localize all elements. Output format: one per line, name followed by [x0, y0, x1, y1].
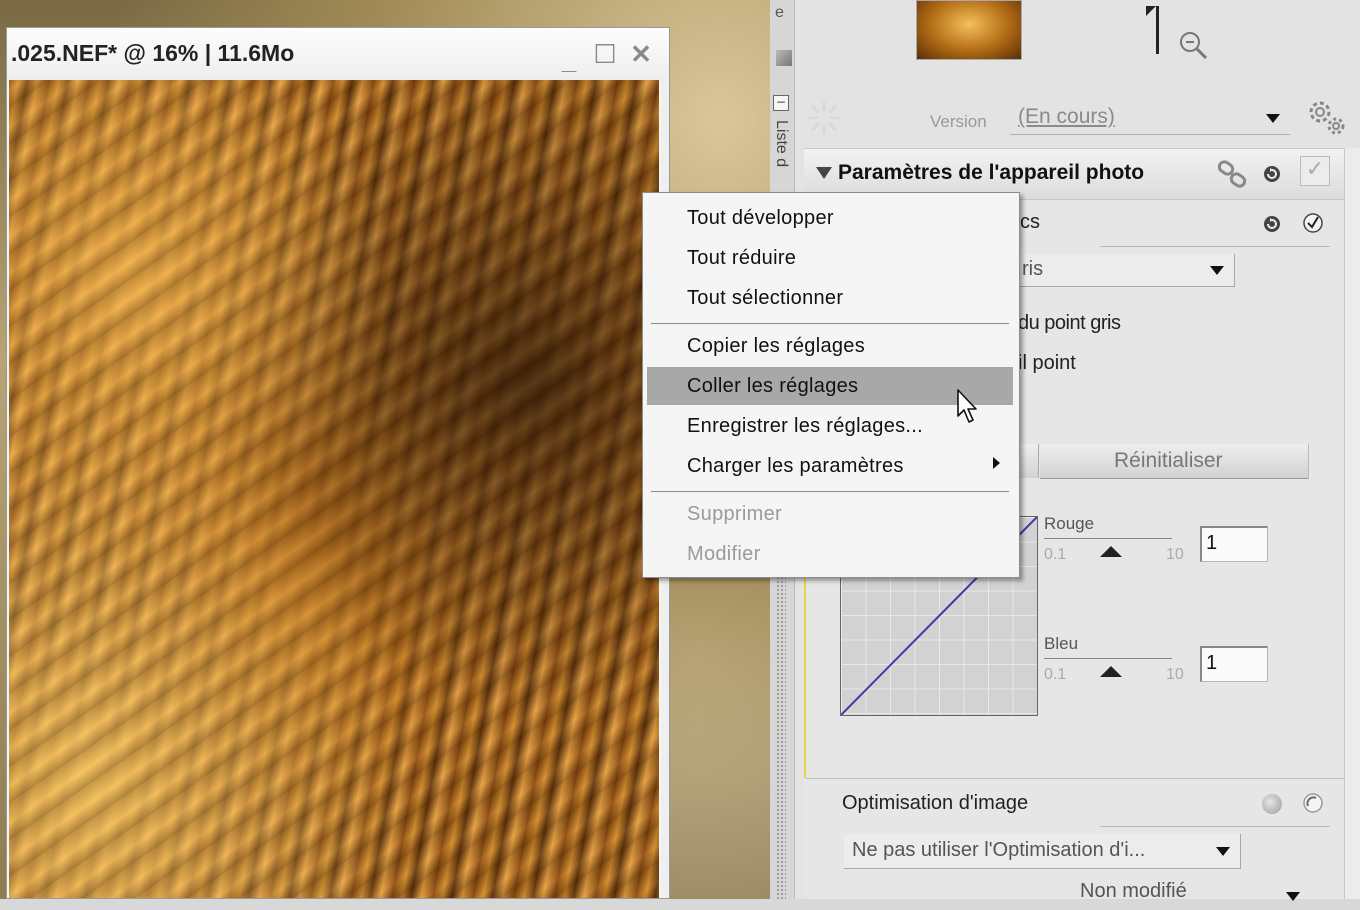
red-value-input[interactable]: 1 [1200, 526, 1268, 562]
slider-marker[interactable] [1156, 6, 1159, 54]
image-icon[interactable] [776, 50, 792, 66]
menu-item-label: Coller les réglages [687, 375, 859, 397]
version-value: (En cours) [1018, 105, 1115, 128]
blue-value: 1 [1206, 652, 1218, 674]
image-document-window: .025.NEF* @ 16% | 11.6Mo _ ☐ ✕ [6, 27, 670, 899]
context-menu: Tout développer Tout réduire Tout sélect… [642, 192, 1020, 578]
check-circle-icon[interactable] [1302, 212, 1324, 234]
menu-separator [651, 323, 1009, 324]
red-slider-thumb[interactable] [1100, 546, 1122, 557]
menu-item-modify: Modifier [647, 535, 1013, 573]
red-slider-max: 10 [1166, 546, 1184, 563]
blue-slider-track[interactable] [1044, 658, 1172, 659]
cave-photo[interactable] [9, 80, 659, 898]
blue-slider-max: 10 [1166, 666, 1184, 683]
chevron-down-icon [1266, 114, 1280, 123]
radio-icon[interactable] [1302, 792, 1324, 814]
menu-item-copy-settings[interactable]: Copier les réglages [647, 327, 1013, 365]
menu-item-label: Enregistrer les réglages... [687, 415, 923, 437]
menu-item-load-settings[interactable]: Charger les paramètres [647, 447, 1013, 485]
optimisation-value: Ne pas utiliser l'Optimisation d'i... [852, 839, 1146, 861]
window-titlebar[interactable]: .025.NEF* @ 16% | 11.6Mo _ ☐ ✕ [7, 28, 669, 80]
chevron-down-icon [1210, 266, 1224, 275]
marker-flag-icon [1146, 6, 1156, 16]
menu-item-label: Copier les réglages [687, 335, 866, 357]
version-label: Version [930, 112, 987, 131]
blue-slider-label: Bleu [1044, 634, 1079, 653]
panel-scrollbar[interactable] [1344, 148, 1360, 899]
gray-point-option[interactable]: du point gris [1018, 312, 1121, 335]
maximize-button[interactable]: ☐ [593, 41, 617, 67]
menu-item-label: Tout développer [687, 207, 834, 229]
minimize-button[interactable]: _ [557, 47, 581, 73]
close-button[interactable]: ✕ [629, 41, 653, 67]
expand-triangle-icon[interactable] [816, 167, 832, 179]
mode-value: Non modifié [1080, 880, 1187, 902]
navigator-thumbnail[interactable] [916, 0, 1022, 60]
sidebar-top-label: e [775, 4, 784, 21]
mode-select[interactable]: Non modifié [1070, 876, 1310, 910]
red-value: 1 [1206, 532, 1218, 554]
menu-item-delete: Supprimer [647, 495, 1013, 533]
subsection-title: cs [1020, 211, 1040, 233]
sidebar-label-text: Liste d [773, 120, 790, 168]
menu-item-label: Tout sélectionner [687, 287, 844, 309]
zoom-out-icon[interactable] [1176, 28, 1210, 62]
optimisation-select[interactable]: Ne pas utiliser l'Optimisation d'i... [844, 834, 1241, 869]
reset-button-label: Réinitialiser [1114, 449, 1223, 472]
section-title: Paramètres de l'appareil photo [838, 161, 1145, 184]
photo-texture-overlay [9, 80, 659, 898]
menu-item-label: Tout réduire [687, 247, 797, 269]
blue-slider-min: 0.1 [1044, 666, 1067, 683]
throbber-icon [807, 101, 841, 135]
chevron-down-icon [1286, 892, 1300, 901]
window-title: .025.NEF* @ 16% | 11.6Mo [11, 40, 295, 66]
menu-item-label: Supprimer [687, 503, 782, 525]
menu-separator [651, 491, 1009, 492]
reset-icon[interactable] [1262, 164, 1282, 184]
optimisation-title: Optimisation d'image [842, 792, 1029, 814]
menu-item-select-all[interactable]: Tout sélectionner [647, 279, 1013, 317]
menu-item-collapse-all[interactable]: Tout réduire [647, 239, 1013, 277]
collapse-icon[interactable]: − [773, 95, 789, 111]
mouse-pointer-icon [957, 389, 977, 423]
white-balance-value: ris [1022, 258, 1044, 280]
submenu-arrow-icon [993, 457, 1000, 469]
blue-slider-thumb[interactable] [1100, 666, 1122, 677]
red-slider-min: 0.1 [1044, 546, 1067, 563]
link-icon[interactable] [1216, 158, 1250, 192]
status-dot-icon [1262, 794, 1282, 814]
menu-item-label: Charger les paramètres [687, 455, 904, 477]
red-slider-track[interactable] [1044, 538, 1172, 539]
menu-item-label: Modifier [687, 543, 761, 565]
point-option[interactable]: il point [1018, 352, 1076, 375]
red-slider-label: Rouge [1044, 514, 1095, 533]
menu-item-expand-all[interactable]: Tout développer [647, 199, 1013, 237]
version-select[interactable]: (En cours) [1010, 102, 1290, 135]
reset-icon[interactable] [1262, 214, 1282, 234]
white-balance-select[interactable]: ris [1016, 254, 1235, 287]
gear-icon[interactable] [1304, 96, 1348, 140]
reset-button[interactable]: Réinitialiser [1040, 444, 1309, 479]
subsection-divider [1100, 246, 1330, 247]
blue-value-input[interactable]: 1 [1200, 646, 1268, 682]
chevron-down-icon [1216, 847, 1230, 856]
section-enable-checkbox[interactable]: ✓ [1300, 156, 1330, 186]
optimisation-divider [1100, 826, 1330, 827]
section-divider [806, 778, 1344, 779]
